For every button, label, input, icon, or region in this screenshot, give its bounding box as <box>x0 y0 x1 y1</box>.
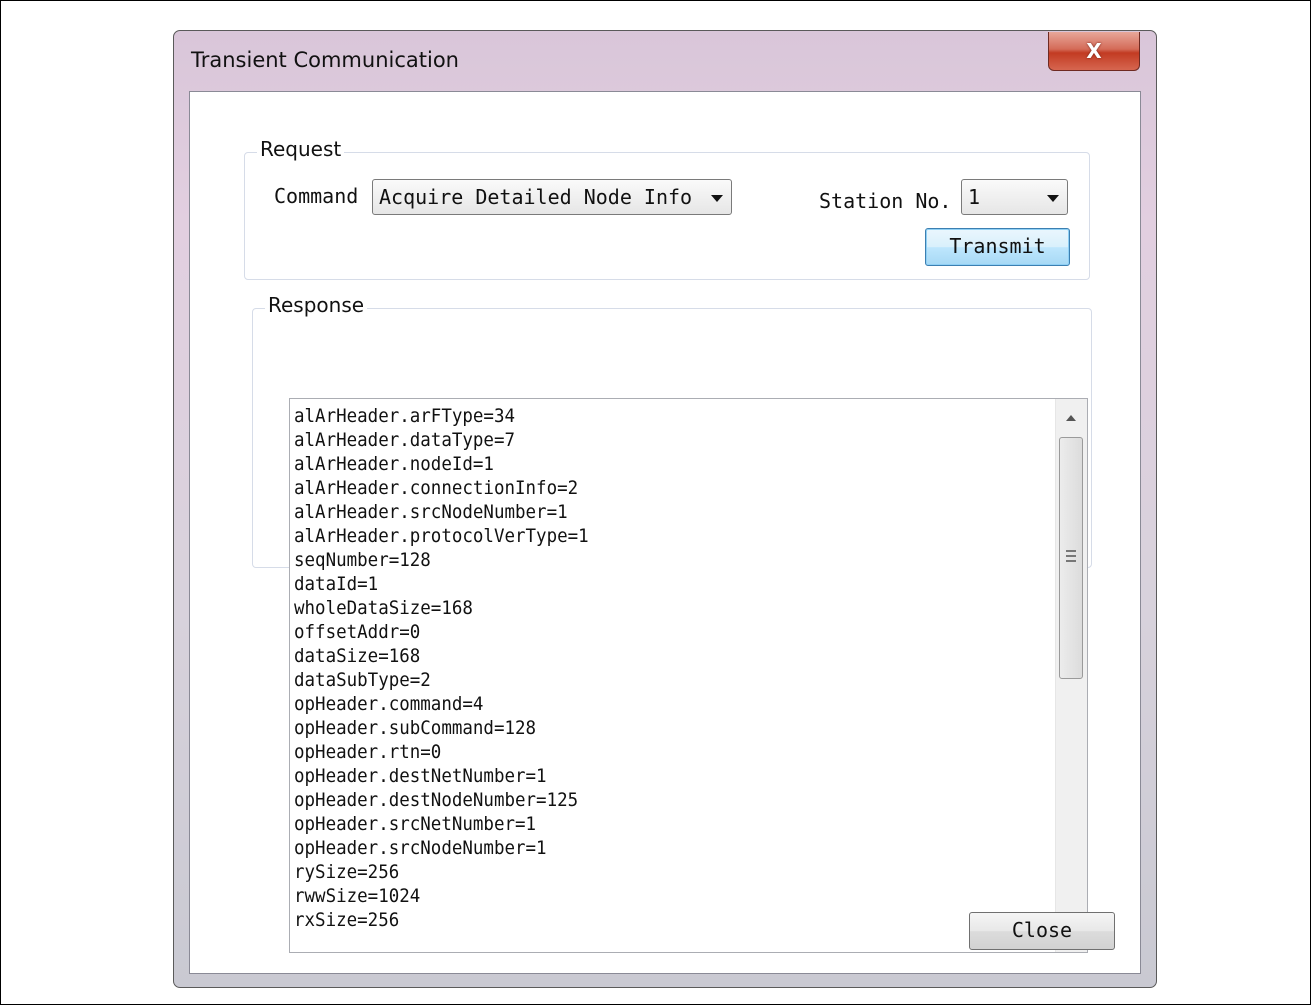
response-line: opHeader.srcNetNumber=1 <box>294 813 537 835</box>
window-close-button[interactable]: X <box>1048 32 1140 71</box>
chevron-down-icon <box>1047 195 1059 202</box>
station-selected-value: 1 <box>968 185 981 209</box>
response-line: opHeader.srcNodeNumber=1 <box>294 837 547 859</box>
response-line: seqNumber=128 <box>294 549 431 571</box>
response-line: opHeader.subCommand=128 <box>294 717 537 739</box>
response-line: alArHeader.arFType=34 <box>294 405 516 427</box>
grip-icon <box>1066 550 1076 562</box>
response-line: opHeader.command=4 <box>294 693 484 715</box>
response-line: wholeDataSize=168 <box>294 597 473 619</box>
response-line: opHeader.destNetNumber=1 <box>294 765 547 787</box>
scroll-thumb[interactable] <box>1059 437 1083 679</box>
response-line: alArHeader.dataType=7 <box>294 429 516 451</box>
response-line: dataId=1 <box>294 573 379 595</box>
scroll-up-arrow-icon[interactable] <box>1066 415 1076 421</box>
response-line: dataSubType=2 <box>294 669 431 691</box>
close-button[interactable]: Close <box>969 912 1115 950</box>
response-line: alArHeader.nodeId=1 <box>294 453 494 475</box>
transient-communication-window: Transient Communication X Request Comman… <box>173 30 1157 988</box>
response-line: alArHeader.srcNodeNumber=1 <box>294 501 568 523</box>
request-legend: Request <box>257 137 345 161</box>
transmit-button[interactable]: Transmit <box>925 228 1070 266</box>
dialog-client-area: Request Command Acquire Detailed Node In… <box>189 91 1141 974</box>
response-line: rySize=256 <box>294 861 400 883</box>
command-selected-value: Acquire Detailed Node Info <box>379 185 693 209</box>
response-legend: Response <box>265 293 368 317</box>
response-line: rxSize=256 <box>294 909 400 931</box>
window-title: Transient Communication <box>191 48 459 72</box>
station-no-select[interactable]: 1 <box>961 179 1068 215</box>
response-line: offsetAddr=0 <box>294 621 421 643</box>
response-scrollbar[interactable] <box>1055 399 1087 952</box>
response-line: opHeader.rtn=0 <box>294 741 442 763</box>
chevron-down-icon <box>711 195 723 202</box>
response-line: opHeader.destNodeNumber=125 <box>294 789 579 811</box>
response-line: rwwSize=1024 <box>294 885 421 907</box>
response-lines: alArHeader.arFType=34 alArHeader.dataType… <box>294 404 614 932</box>
response-line: alArHeader.connectionInfo=2 <box>294 477 579 499</box>
command-select[interactable]: Acquire Detailed Node Info <box>372 179 732 215</box>
response-line: alArHeader.protocolVerType=1 <box>294 525 589 547</box>
command-label: Command <box>274 184 359 208</box>
response-textbox[interactable]: alArHeader.arFType=34 alArHeader.dataType… <box>289 398 1088 953</box>
station-no-label: Station No. <box>819 189 952 213</box>
response-line: dataSize=168 <box>294 645 421 667</box>
